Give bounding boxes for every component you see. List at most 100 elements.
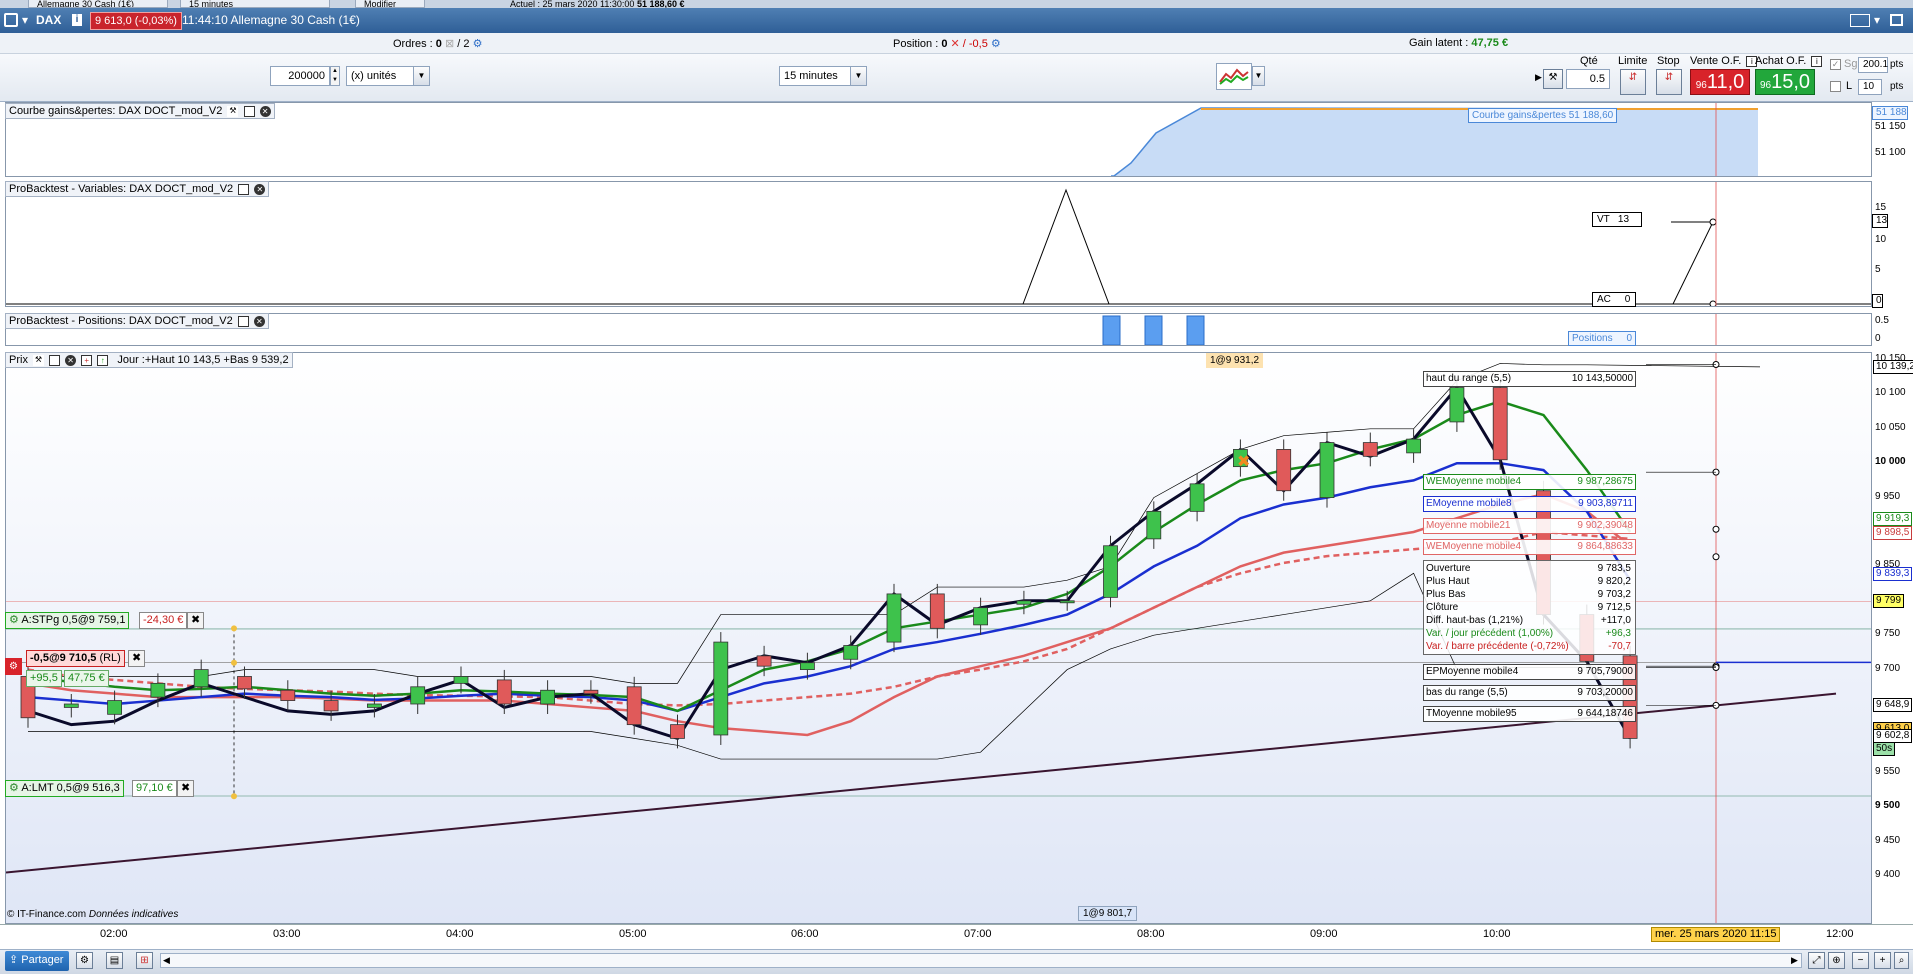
l-checkbox[interactable] xyxy=(1830,81,1841,92)
orders-info: Ordres : 0 ⊠ / 2 ⚙ xyxy=(393,38,483,50)
zoom-out-icon[interactable]: − xyxy=(1852,952,1869,969)
position-settings-icon[interactable]: ⚙ xyxy=(991,38,1001,50)
l-input[interactable]: 10 xyxy=(1858,79,1882,95)
timeframe-select[interactable]: 15 minutes xyxy=(779,66,855,86)
limit-order-label[interactable]: ⚙ A:LMT 0,5@9 516,3 xyxy=(5,780,124,797)
trade-marker-top: 1@9 931,2 xyxy=(1206,353,1264,368)
zoom-in-icon[interactable]: + xyxy=(1874,952,1891,969)
cursor-point-3 xyxy=(1712,553,1720,561)
stop-label: Stop xyxy=(1657,55,1680,67)
minimize-icon[interactable]: ▾ xyxy=(1874,12,1880,28)
maximize-icon[interactable] xyxy=(1890,14,1903,26)
legend-wema4-red: WEMoyenne mobile4 9 864,88633 xyxy=(1423,539,1636,555)
scroll-left-icon[interactable]: ◀ xyxy=(163,954,170,967)
candle-23 xyxy=(1016,600,1032,605)
position-info: Position : 0 ✕ / -0,5 ⚙ xyxy=(893,38,1001,50)
position-bar-2 xyxy=(1144,315,1163,345)
gains-legend: Courbe gains&pertes 51 188,60 xyxy=(1468,108,1618,123)
variables-close-icon[interactable]: ✕ xyxy=(254,183,266,195)
candle-34 xyxy=(1492,387,1508,461)
window-menu-icon[interactable] xyxy=(4,13,18,27)
tab-modifier[interactable]: Modifier xyxy=(355,0,425,8)
candle-17 xyxy=(756,655,772,667)
unit-select[interactable]: (x) unités xyxy=(346,66,416,86)
cursor-point-2 xyxy=(1712,525,1720,533)
share-button[interactable]: ⇪ Partager xyxy=(5,951,70,971)
scroll-right-icon[interactable]: ▶ xyxy=(1791,954,1798,967)
gains-close-icon[interactable]: ✕ xyxy=(259,105,271,117)
tab-timeframe[interactable]: 15 minutes xyxy=(180,0,330,8)
candle-31 xyxy=(1362,442,1378,457)
sg-checkbox[interactable]: ✓ xyxy=(1830,59,1841,70)
vente-label: Vente O.F. i xyxy=(1690,55,1758,67)
trade-marker-bottom: 1@9 801,7 xyxy=(1078,906,1138,921)
zoom-reset-icon[interactable]: ⊕ xyxy=(1828,952,1845,969)
time-tick-4: 06:00 xyxy=(791,928,819,940)
gain-latent: Gain latent : 47,75 € xyxy=(1409,37,1509,49)
grid-settings-icon[interactable]: ⚙ xyxy=(76,952,93,969)
zoom-search-icon[interactable]: ⌕ xyxy=(1894,952,1909,969)
limit-order-close-icon[interactable]: ✖ xyxy=(177,780,194,797)
entry-dot-0 xyxy=(231,625,237,632)
variables-window-icon[interactable] xyxy=(238,183,250,195)
positions-close-icon[interactable]: ✕ xyxy=(253,315,265,327)
info-icon[interactable]: i xyxy=(72,14,82,26)
position-close-icon[interactable]: ✕ xyxy=(951,38,960,50)
candle-12 xyxy=(540,689,555,705)
zoom-fit-icon[interactable]: ⤢ xyxy=(1808,952,1825,969)
positions-window-icon[interactable] xyxy=(237,315,249,327)
price-up-icon[interactable]: ↑ xyxy=(97,354,109,366)
info-plus-bas: Plus Bas 9 703,2 xyxy=(1426,589,1631,600)
top-tab-strip: Allemagne 30 Cash (1€) 15 minutes Modifi… xyxy=(0,0,1913,9)
sg-input[interactable]: 200.1 xyxy=(1858,57,1888,73)
position-close-icon[interactable]: ✖ xyxy=(128,650,145,667)
time-tick-0: 02:00 xyxy=(100,928,128,940)
limit-order-icon: ⚙ xyxy=(9,782,19,794)
price-add-icon[interactable]: + xyxy=(81,354,93,366)
export-icon[interactable]: ⊞ xyxy=(136,952,153,969)
horizontal-scrollbar[interactable]: ◀ ▶ xyxy=(160,953,1802,968)
stop-order-close-icon[interactable]: ✖ xyxy=(187,612,204,629)
quantity-input[interactable]: 200000 xyxy=(270,66,330,86)
candle-22 xyxy=(973,607,988,626)
limit-order-button[interactable]: ⇵ xyxy=(1620,69,1646,95)
gains-wrench-icon[interactable]: ⚒ xyxy=(227,105,239,117)
qte-input[interactable]: 0.5 xyxy=(1566,69,1610,89)
price-close-icon[interactable]: ✕ xyxy=(65,354,77,366)
stop-order-button[interactable]: ⇵ xyxy=(1656,69,1682,95)
achat-info-icon[interactable]: i xyxy=(1811,55,1823,67)
qte-label: Qté xyxy=(1580,55,1598,67)
legend-wema4-green: WEMoyenne mobile4 9 987,28675 xyxy=(1423,474,1636,490)
chart-style-dropdown-icon[interactable]: ▼ xyxy=(1252,66,1265,86)
candle-26 xyxy=(1146,510,1162,540)
tab-instrument[interactable]: Allemagne 30 Cash (1€) xyxy=(28,0,168,8)
keyboard-icon[interactable] xyxy=(1850,14,1870,27)
time-tick-5: 07:00 xyxy=(964,928,992,940)
unit-dropdown-icon[interactable]: ▼ xyxy=(413,66,430,86)
quantity-stepper[interactable]: ▲ ▼ xyxy=(330,66,340,86)
price-wrench-icon[interactable]: ⚒ xyxy=(33,354,45,366)
time-tick-7: 09:00 xyxy=(1310,928,1338,940)
position-gear-icon[interactable]: ⚙ xyxy=(5,658,22,675)
chart-style-icon[interactable] xyxy=(1216,63,1252,90)
buy-button[interactable]: 9615,0 xyxy=(1755,69,1815,95)
candle-1 xyxy=(63,703,79,708)
variables-panel-title: ProBacktest - Variables: DAX DOCT_mod_V2… xyxy=(5,181,270,197)
position-order-label[interactable]: -0,5@9 710,5 (RL) xyxy=(26,650,125,667)
stop-order-label[interactable]: ⚙ A:STPg 0,5@9 759,1 xyxy=(5,612,130,629)
candle-3 xyxy=(150,682,166,698)
orders-cancel-icon[interactable]: ⊠ xyxy=(445,38,454,50)
info-var-barre: Var. / barre précédente (-0,72%) -70,7 xyxy=(1426,641,1631,652)
position-bar-1 xyxy=(1102,315,1121,345)
sell-button[interactable]: 9611,0 xyxy=(1690,69,1750,95)
gains-window-icon[interactable] xyxy=(243,105,255,117)
timeframe-dropdown-icon[interactable]: ▼ xyxy=(850,66,867,86)
wrench-icon[interactable]: ⚒ xyxy=(1543,69,1563,89)
candle-4 xyxy=(193,669,209,688)
candle-13 xyxy=(583,689,599,695)
window-dropdown-icon[interactable]: ▾ xyxy=(22,12,28,28)
orders-settings-icon[interactable]: ⚙ xyxy=(473,38,483,50)
price-y-tick-12: 9 550 xyxy=(1875,765,1901,777)
price-window-icon[interactable] xyxy=(49,354,61,366)
print-icon[interactable]: ▤ xyxy=(106,952,123,969)
